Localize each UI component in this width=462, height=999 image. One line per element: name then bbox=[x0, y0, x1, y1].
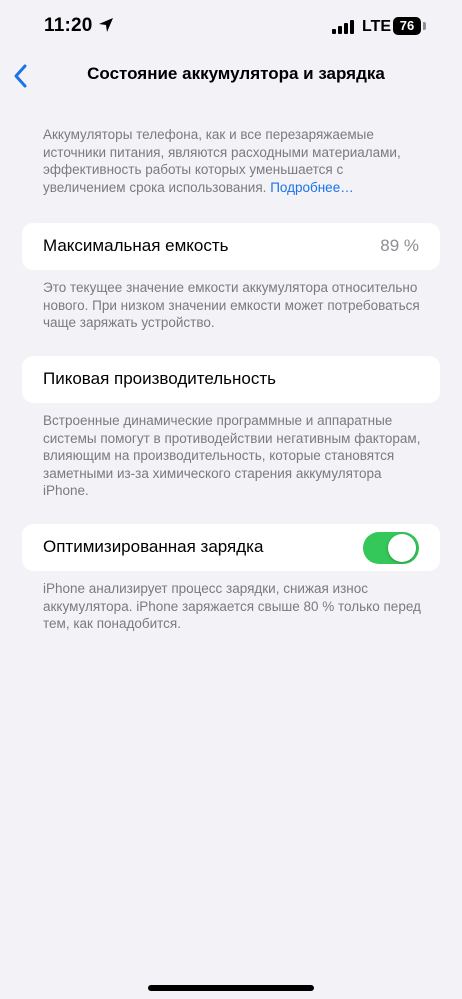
battery-icon: 76 bbox=[393, 17, 421, 35]
peak-performance-row: Пиковая производительность bbox=[22, 356, 440, 403]
max-capacity-label: Максимальная емкость bbox=[43, 236, 229, 255]
network-type: LTE bbox=[362, 18, 392, 35]
battery-tip bbox=[423, 22, 426, 30]
max-capacity-row: Максимальная емкость 89 % bbox=[22, 223, 440, 270]
optimized-charging-toggle[interactable] bbox=[363, 532, 419, 564]
toggle-knob bbox=[388, 534, 416, 562]
optimized-charging-row: Оптимизированная зарядка bbox=[22, 524, 440, 571]
max-capacity-value: 89 % bbox=[380, 236, 419, 255]
status-bar: 11:20 LTE 76 bbox=[0, 0, 462, 56]
learn-more-link[interactable]: Подробнее… bbox=[270, 180, 354, 195]
location-arrow-icon bbox=[99, 18, 113, 32]
home-indicator[interactable] bbox=[148, 985, 314, 991]
status-time: 11:20 bbox=[44, 15, 93, 36]
battery-level: 76 bbox=[399, 18, 415, 33]
optimized-charging-footer: iPhone анализирует процесс зарядки, сниж… bbox=[43, 581, 421, 631]
max-capacity-footer: Это текущее значение емкости аккумулятор… bbox=[43, 280, 420, 330]
page-title: Состояние аккумулятора и зарядка bbox=[87, 64, 385, 83]
peak-performance-label: Пиковая производительность bbox=[43, 369, 277, 388]
intro-description: Аккумуляторы телефона, как и все перезар… bbox=[43, 126, 421, 196]
navigation-bar: Состояние аккумулятора и зарядка bbox=[0, 56, 462, 96]
peak-performance-footer: Встроенные динамические программные и ап… bbox=[43, 413, 421, 498]
cellular-signal-icon bbox=[332, 20, 354, 34]
optimized-charging-label: Оптимизированная зарядка bbox=[43, 537, 264, 556]
